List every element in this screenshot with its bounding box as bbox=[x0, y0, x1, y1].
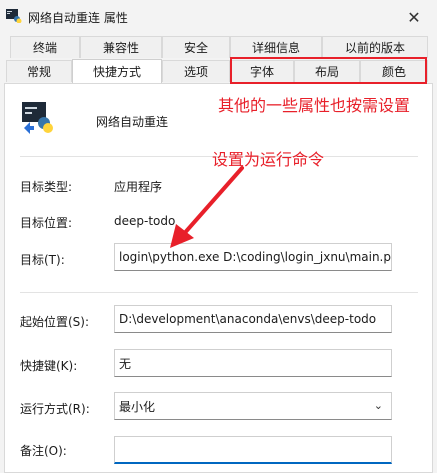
target-input-value: login\python.exe D:\coding\login_jxnu\ma… bbox=[119, 250, 392, 264]
tab-previous-versions[interactable]: 以前的版本 bbox=[322, 36, 428, 58]
highlight-box bbox=[230, 57, 427, 84]
chevron-down-icon: ⌄ bbox=[373, 399, 383, 412]
tab-label: 常规 bbox=[26, 65, 51, 79]
start-in-label: 起始位置(S): bbox=[20, 315, 90, 329]
annotation-other-props: 其他的一些属性也按需设置 bbox=[218, 96, 411, 115]
tab-label: 终端 bbox=[32, 41, 57, 55]
title-bar: 网络自动重连 属性 ✕ bbox=[0, 0, 437, 34]
tab-general[interactable]: 常规 bbox=[6, 60, 72, 82]
tab-label: 选项 bbox=[183, 65, 208, 79]
close-icon: ✕ bbox=[407, 7, 421, 27]
arrow-icon bbox=[170, 166, 244, 248]
target-input[interactable]: login\python.exe D:\coding\login_jxnu\ma… bbox=[114, 243, 392, 271]
target-type-value: 应用程序 bbox=[114, 180, 163, 194]
divider bbox=[20, 292, 418, 293]
comment-input[interactable] bbox=[114, 436, 392, 464]
hotkey-input-value: 无 bbox=[119, 356, 132, 371]
window-title: 网络自动重连 属性 bbox=[28, 11, 128, 25]
tab-label: 详细信息 bbox=[251, 41, 300, 55]
tab-shortcut[interactable]: 快捷方式 bbox=[72, 59, 162, 83]
hotkey-input[interactable]: 无 bbox=[114, 349, 392, 377]
comment-label: 备注(O): bbox=[20, 444, 67, 458]
run-mode-value: 最小化 bbox=[119, 399, 156, 414]
target-type-label: 目标类型: bbox=[20, 180, 73, 194]
target-location-label: 目标位置: bbox=[20, 216, 73, 230]
target-label: 目标(T): bbox=[20, 253, 65, 267]
python-app-icon bbox=[6, 9, 22, 23]
tab-details[interactable]: 详细信息 bbox=[230, 36, 322, 58]
run-mode-select[interactable]: 最小化 ⌄ bbox=[114, 392, 392, 420]
tab-label: 快捷方式 bbox=[92, 65, 141, 79]
tab-label: 兼容性 bbox=[102, 41, 139, 55]
start-in-input-value: D:\development\anaconda\envs\deep-todo bbox=[119, 312, 377, 326]
shortcut-name: 网络自动重连 bbox=[96, 115, 169, 129]
python-app-icon bbox=[22, 102, 53, 134]
tab-compatibility[interactable]: 兼容性 bbox=[80, 36, 162, 58]
close-button[interactable]: ✕ bbox=[391, 0, 437, 34]
tab-label: 以前的版本 bbox=[344, 41, 405, 55]
tab-label: 安全 bbox=[183, 41, 208, 55]
tab-options[interactable]: 选项 bbox=[162, 60, 230, 82]
tab-terminal[interactable]: 终端 bbox=[10, 36, 80, 58]
hotkey-label: 快捷键(K): bbox=[20, 359, 78, 373]
tab-security[interactable]: 安全 bbox=[162, 36, 230, 58]
start-in-input[interactable]: D:\development\anaconda\envs\deep-todo bbox=[114, 305, 392, 333]
run-label: 运行方式(R): bbox=[20, 402, 90, 416]
